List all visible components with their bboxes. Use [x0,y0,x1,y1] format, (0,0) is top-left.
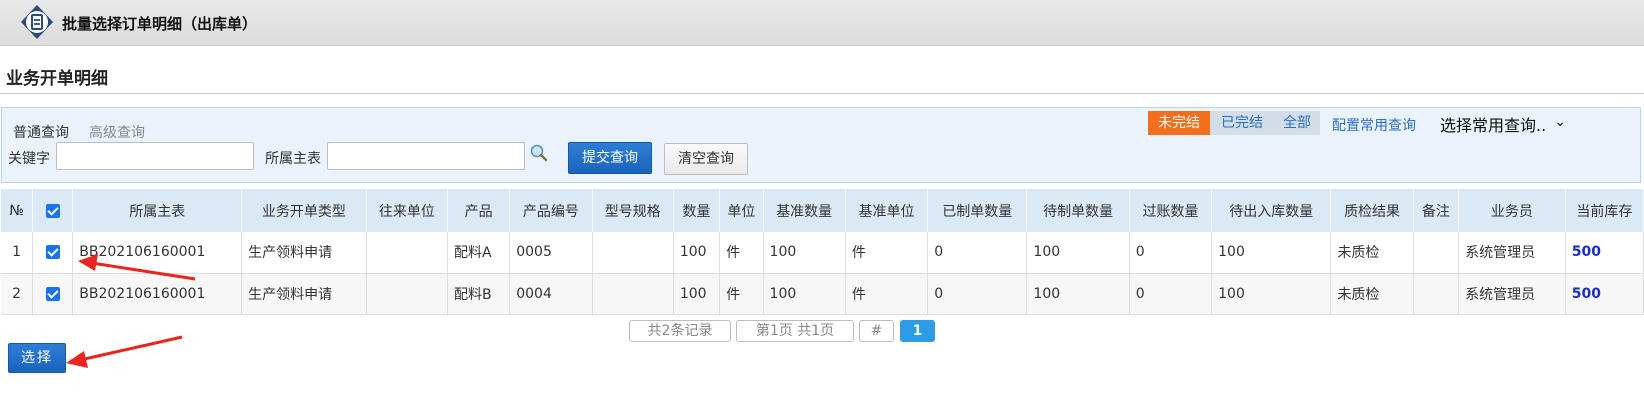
cell-qc: 未质检 [1330,273,1414,315]
row-checkbox[interactable] [32,232,74,274]
cell-base-unit: 件 [845,273,929,315]
col-header-type[interactable]: 业务开单类型 [241,189,367,232]
table-row[interactable]: 1 BB202106160001 生产领料申请 配料A 0005 100 件 1… [1,232,1644,274]
col-header-master[interactable]: 所属主表 [72,189,243,232]
cell-qc: 未质检 [1330,232,1414,274]
row-checkbox[interactable] [32,273,74,315]
cell-partner [366,232,448,274]
cell-type: 生产领料申请 [241,273,367,315]
select-button[interactable]: 选择 [8,343,66,373]
col-header-qty[interactable]: 数量 [673,189,721,232]
col-header-unit[interactable]: 单位 [719,189,764,232]
clear-query-button[interactable]: 清空查询 [664,143,748,175]
cell-made: 0 [927,232,1028,274]
pager-current-page[interactable]: 1 [900,320,935,342]
cell-posted: 0 [1129,232,1213,274]
filter-all[interactable]: 全部 [1274,111,1320,135]
magnifier-icon[interactable] [529,143,549,163]
config-common-query-link[interactable]: 配置常用查询 [1332,115,1416,135]
col-header-base-unit[interactable]: 基准单位 [845,189,929,232]
cell-posted: 0 [1129,273,1213,315]
cell-base-unit: 件 [845,232,929,274]
row-number: 2 [1,273,34,315]
col-header-product[interactable]: 产品 [447,189,511,232]
filter-done[interactable]: 已完结 [1210,111,1274,135]
pager-total: 共2条记录 [629,320,731,342]
cell-type: 生产领料申请 [241,232,367,274]
cell-stock: 500 [1565,273,1644,315]
cell-remark [1413,232,1460,274]
checkbox-checked-icon [45,203,60,218]
cell-code: 0005 [509,232,593,274]
document-icon [21,5,53,39]
cell-pending: 100 [1211,273,1332,315]
common-query-select[interactable]: 选择常用查询.. ⌄ [1440,112,1568,136]
section-title: 业务开单明细 [6,69,108,89]
cell-product: 配料A [447,232,511,274]
keyword-label: 关键字 [8,151,50,167]
tab-normal-query[interactable]: 普通查询 [13,122,69,142]
common-query-select-value: 选择常用查询.. [1440,116,1547,135]
chevron-down-icon: ⌄ [1554,114,1566,130]
owner-input[interactable] [327,142,525,170]
keyword-input[interactable] [56,142,254,170]
checkbox-checked-icon [45,245,60,260]
col-header-pending[interactable]: 待出入库数量 [1211,189,1332,232]
cell-staff: 系统管理员 [1458,232,1566,274]
cell-product: 配料B [447,273,511,315]
col-header-code[interactable]: 产品编号 [509,189,593,232]
submit-query-button[interactable]: 提交查询 [568,142,652,174]
filter-open[interactable]: 未完结 [1148,111,1210,135]
arrow-to-select-button-icon [66,335,183,368]
col-header-qc[interactable]: 质检结果 [1330,189,1414,232]
col-header-spec[interactable]: 型号规格 [592,189,674,232]
tab-advanced-query[interactable]: 高级查询 [89,122,145,142]
table-row[interactable]: 2 BB202106160001 生产领料申请 配料B 0004 100 件 1… [1,273,1644,315]
window-title: 批量选择订单明细（出库单） [62,15,258,33]
owner-label: 所属主表 [265,151,321,167]
col-header-stock[interactable]: 当前库存 [1565,189,1644,232]
query-panel: 普通查询 高级查询 关键字 所属主表 提交查询 清空查询 未完结 已完结 全部 … [1,107,1641,183]
order-detail-table: № 所属主表 业务开单类型 往来单位 产品 产品编号 型号规格 数量 单位 基准… [1,189,1644,315]
cell-made: 0 [927,273,1028,315]
col-header-remark[interactable]: 备注 [1413,189,1460,232]
cell-base-qty: 100 [763,273,846,315]
cell-to-make: 100 [1026,273,1130,315]
section-divider [0,93,1644,94]
cell-code: 0004 [509,273,593,315]
cell-spec [592,273,674,315]
pager-page-info: 第1页 共1页 [736,320,854,342]
cell-pending: 100 [1211,232,1332,274]
cell-base-qty: 100 [763,232,846,274]
cell-master: BB202106160001 [72,273,243,315]
cell-staff: 系统管理员 [1458,273,1566,315]
cell-qty: 100 [673,232,721,274]
pager-jump[interactable]: # [859,320,894,342]
col-header-no: № [1,189,34,232]
table-header-row: № 所属主表 业务开单类型 往来单位 产品 产品编号 型号规格 数量 单位 基准… [1,189,1644,232]
col-header-staff[interactable]: 业务员 [1458,189,1566,232]
cell-stock: 500 [1565,232,1644,274]
title-bar: 批量选择订单明细（出库单） [0,0,1644,46]
checkbox-checked-icon [45,286,60,301]
col-header-partner[interactable]: 往来单位 [366,189,448,232]
cell-partner [366,273,448,315]
col-header-made[interactable]: 已制单数量 [927,189,1028,232]
col-header-posted[interactable]: 过账数量 [1129,189,1213,232]
col-header-base-qty[interactable]: 基准数量 [763,189,846,232]
row-number: 1 [1,232,34,274]
cell-spec [592,232,674,274]
cell-to-make: 100 [1026,232,1130,274]
cell-unit: 件 [719,273,764,315]
select-all-checkbox[interactable] [32,189,74,232]
cell-qty: 100 [673,273,721,315]
cell-remark [1413,273,1460,315]
cell-master: BB202106160001 [72,232,243,274]
cell-unit: 件 [719,232,764,274]
col-header-to-make[interactable]: 待制单数量 [1026,189,1130,232]
